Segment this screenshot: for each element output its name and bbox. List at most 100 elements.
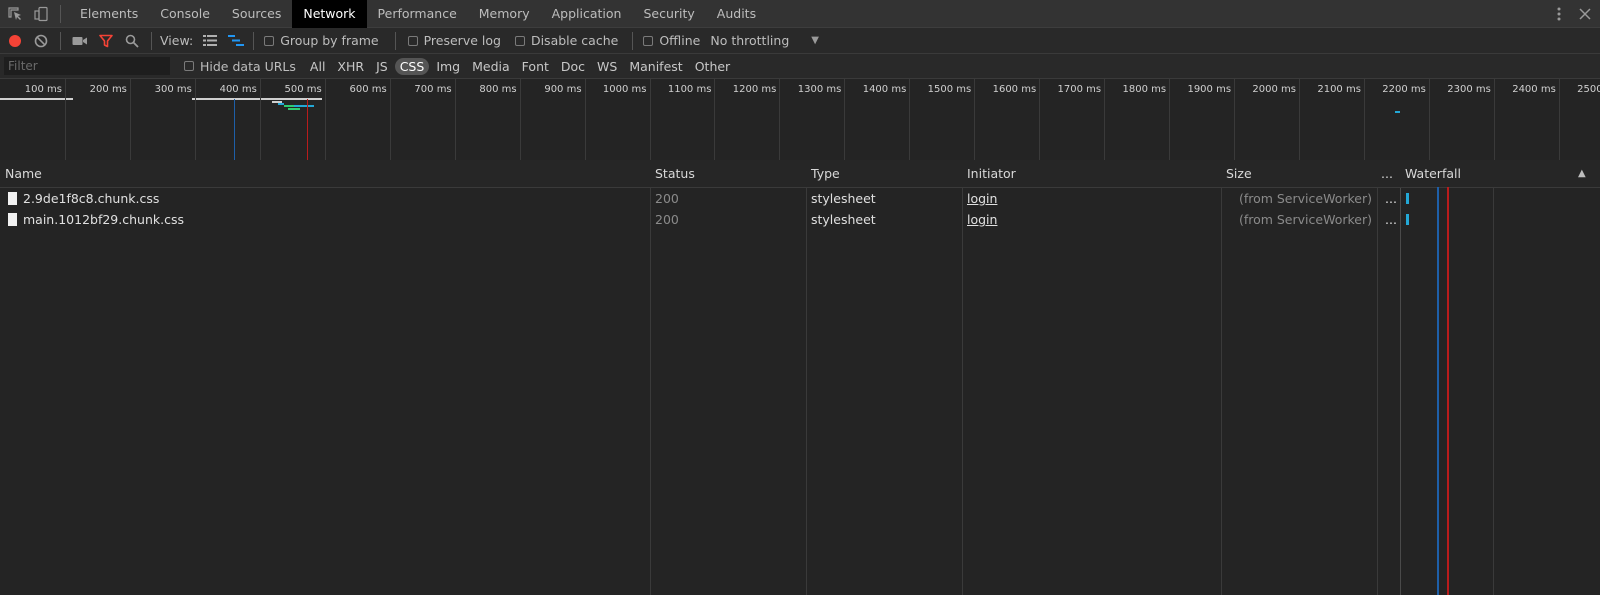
request-name[interactable]: 2.9de1f8c8.chunk.css	[23, 188, 159, 209]
request-initiator-link[interactable]: login	[967, 188, 997, 209]
group-by-frame-checkbox[interactable]	[264, 35, 275, 46]
tab-console[interactable]: Console	[149, 0, 221, 28]
overview-gridline	[1299, 79, 1300, 160]
toolbar-divider	[60, 31, 61, 50]
waterfall-view-icon[interactable]	[223, 28, 249, 54]
toolbar-divider	[394, 31, 396, 50]
overview-tick-label: 2200 ms	[1382, 84, 1426, 95]
column-header-name[interactable]: Name	[5, 160, 42, 187]
offline-label[interactable]: Offline	[659, 33, 700, 48]
record-icon[interactable]	[2, 28, 28, 54]
request-more: ...	[1385, 212, 1397, 227]
toolbar-divider	[253, 31, 255, 50]
filter-type-img[interactable]: Img	[431, 58, 465, 75]
close-icon[interactable]	[1572, 1, 1598, 27]
hide-data-urls-checkbox[interactable]	[184, 61, 194, 71]
file-icon	[8, 213, 17, 226]
overview-gridline	[584, 79, 586, 160]
tab-application[interactable]: Application	[541, 0, 633, 28]
filter-type-xhr[interactable]: XHR	[332, 58, 369, 75]
filter-type-css[interactable]: CSS	[394, 57, 430, 75]
overview-tick-label: 200 ms	[89, 84, 127, 95]
disable-cache-checkbox[interactable]	[514, 35, 525, 46]
tab-security[interactable]: Security	[632, 0, 705, 28]
column-header-initiator[interactable]: Initiator	[967, 160, 1016, 187]
toolbar-divider	[151, 31, 152, 50]
inspect-icon[interactable]	[2, 1, 28, 27]
overview-gridline	[714, 79, 716, 160]
overview-gridline	[1363, 79, 1365, 160]
overview-gridline	[844, 79, 846, 160]
overview-tick-label: 700 ms	[414, 84, 452, 95]
column-header-more[interactable]: ...	[1381, 160, 1393, 187]
search-icon[interactable]	[119, 28, 145, 54]
overview-gridline	[779, 79, 781, 160]
filter-type-media[interactable]: Media	[467, 58, 515, 75]
column-header-size[interactable]: Size	[1226, 160, 1252, 187]
filter-type-js[interactable]: JS	[371, 58, 393, 75]
filter-type-manifest[interactable]: Manifest	[624, 58, 687, 75]
overview-tick-label: 2400 ms	[1512, 84, 1556, 95]
tab-performance[interactable]: Performance	[367, 0, 468, 28]
overview-gridline	[1234, 79, 1236, 160]
filter-input[interactable]	[4, 57, 170, 75]
filter-bar: Hide data URLs AllXHRJSCSSImgMediaFontDo…	[0, 54, 1600, 79]
overview-tick-label: 1500 ms	[927, 84, 972, 95]
timeline-overview[interactable]: 100 ms 200 ms 300 ms 400 ms 500 ms 600 ms 700 …	[0, 79, 1600, 161]
tab-network[interactable]: Network	[292, 0, 367, 28]
overview-gridline	[974, 79, 976, 160]
request-type: stylesheet	[811, 212, 876, 227]
tab-audits[interactable]: Audits	[706, 0, 767, 28]
filter-type-other[interactable]: Other	[690, 58, 736, 75]
filter-type-ws[interactable]: WS	[592, 58, 622, 75]
overview-gridline	[649, 79, 651, 160]
list-view-icon[interactable]	[197, 28, 223, 54]
toolbar-divider	[632, 31, 634, 50]
column-header-status[interactable]: Status	[655, 160, 695, 187]
tab-list: Elements Console Sources Network Performance…	[69, 0, 767, 28]
column-header-type[interactable]: Type	[811, 160, 840, 187]
preserve-log-checkbox[interactable]	[407, 35, 418, 46]
disable-cache-label[interactable]: Disable cache	[531, 33, 618, 48]
hide-data-urls-label[interactable]: Hide data URLs	[200, 59, 296, 74]
tab-sources[interactable]: Sources	[221, 0, 292, 28]
request-status: 200	[655, 212, 679, 227]
overview-gridline	[1558, 79, 1560, 160]
dropdown-arrow-icon[interactable]: ▼	[811, 35, 819, 46]
overview-tick-label: 1900 ms	[1187, 84, 1232, 95]
device-toolbar-icon[interactable]	[28, 1, 54, 27]
overview-tick-label: 800 ms	[479, 84, 517, 95]
waterfall-domcontentloaded-line	[1437, 187, 1439, 595]
column-header-waterfall[interactable]: Waterfall	[1405, 160, 1461, 187]
request-initiator-link[interactable]: login	[967, 209, 997, 230]
table-row[interactable]: main.1012bf29.chunk.css 200 stylesheet l…	[0, 209, 1600, 230]
filter-type-font[interactable]: Font	[517, 58, 554, 75]
filter-type-doc[interactable]: Doc	[556, 58, 590, 75]
tab-memory[interactable]: Memory	[468, 0, 541, 28]
preserve-log-label[interactable]: Preserve log	[424, 33, 501, 48]
waterfall-bar	[1406, 193, 1409, 204]
overview-tick-label: 900 ms	[544, 84, 582, 95]
sort-ascending-icon[interactable]: ▲	[1578, 160, 1586, 187]
overview-tick-label: 300 ms	[154, 84, 192, 95]
throttling-select[interactable]: No throttling	[710, 33, 789, 48]
more-vert-icon[interactable]	[1546, 1, 1572, 27]
filter-icon[interactable]	[93, 28, 119, 54]
overview-tick-label: 1200 ms	[732, 84, 777, 95]
request-name[interactable]: main.1012bf29.chunk.css	[23, 209, 184, 230]
overview-gridline	[389, 79, 391, 160]
table-row[interactable]: 2.9de1f8c8.chunk.css 200 stylesheet logi…	[0, 188, 1600, 209]
waterfall-load-line	[1447, 187, 1449, 595]
overview-tick-label: 400 ms	[219, 84, 257, 95]
overview-load-line	[307, 99, 308, 160]
clear-icon[interactable]	[28, 28, 54, 54]
group-by-frame-label[interactable]: Group by frame	[280, 33, 378, 48]
offline-checkbox[interactable]	[643, 35, 654, 46]
overview-domcontentloaded-line	[234, 99, 235, 160]
overview-request-bar	[282, 98, 322, 100]
camera-icon[interactable]	[67, 28, 93, 54]
tab-elements[interactable]: Elements	[69, 0, 149, 28]
waterfall-bar	[1406, 214, 1409, 225]
filter-type-all[interactable]: All	[305, 58, 331, 75]
overview-gridline	[454, 79, 456, 160]
